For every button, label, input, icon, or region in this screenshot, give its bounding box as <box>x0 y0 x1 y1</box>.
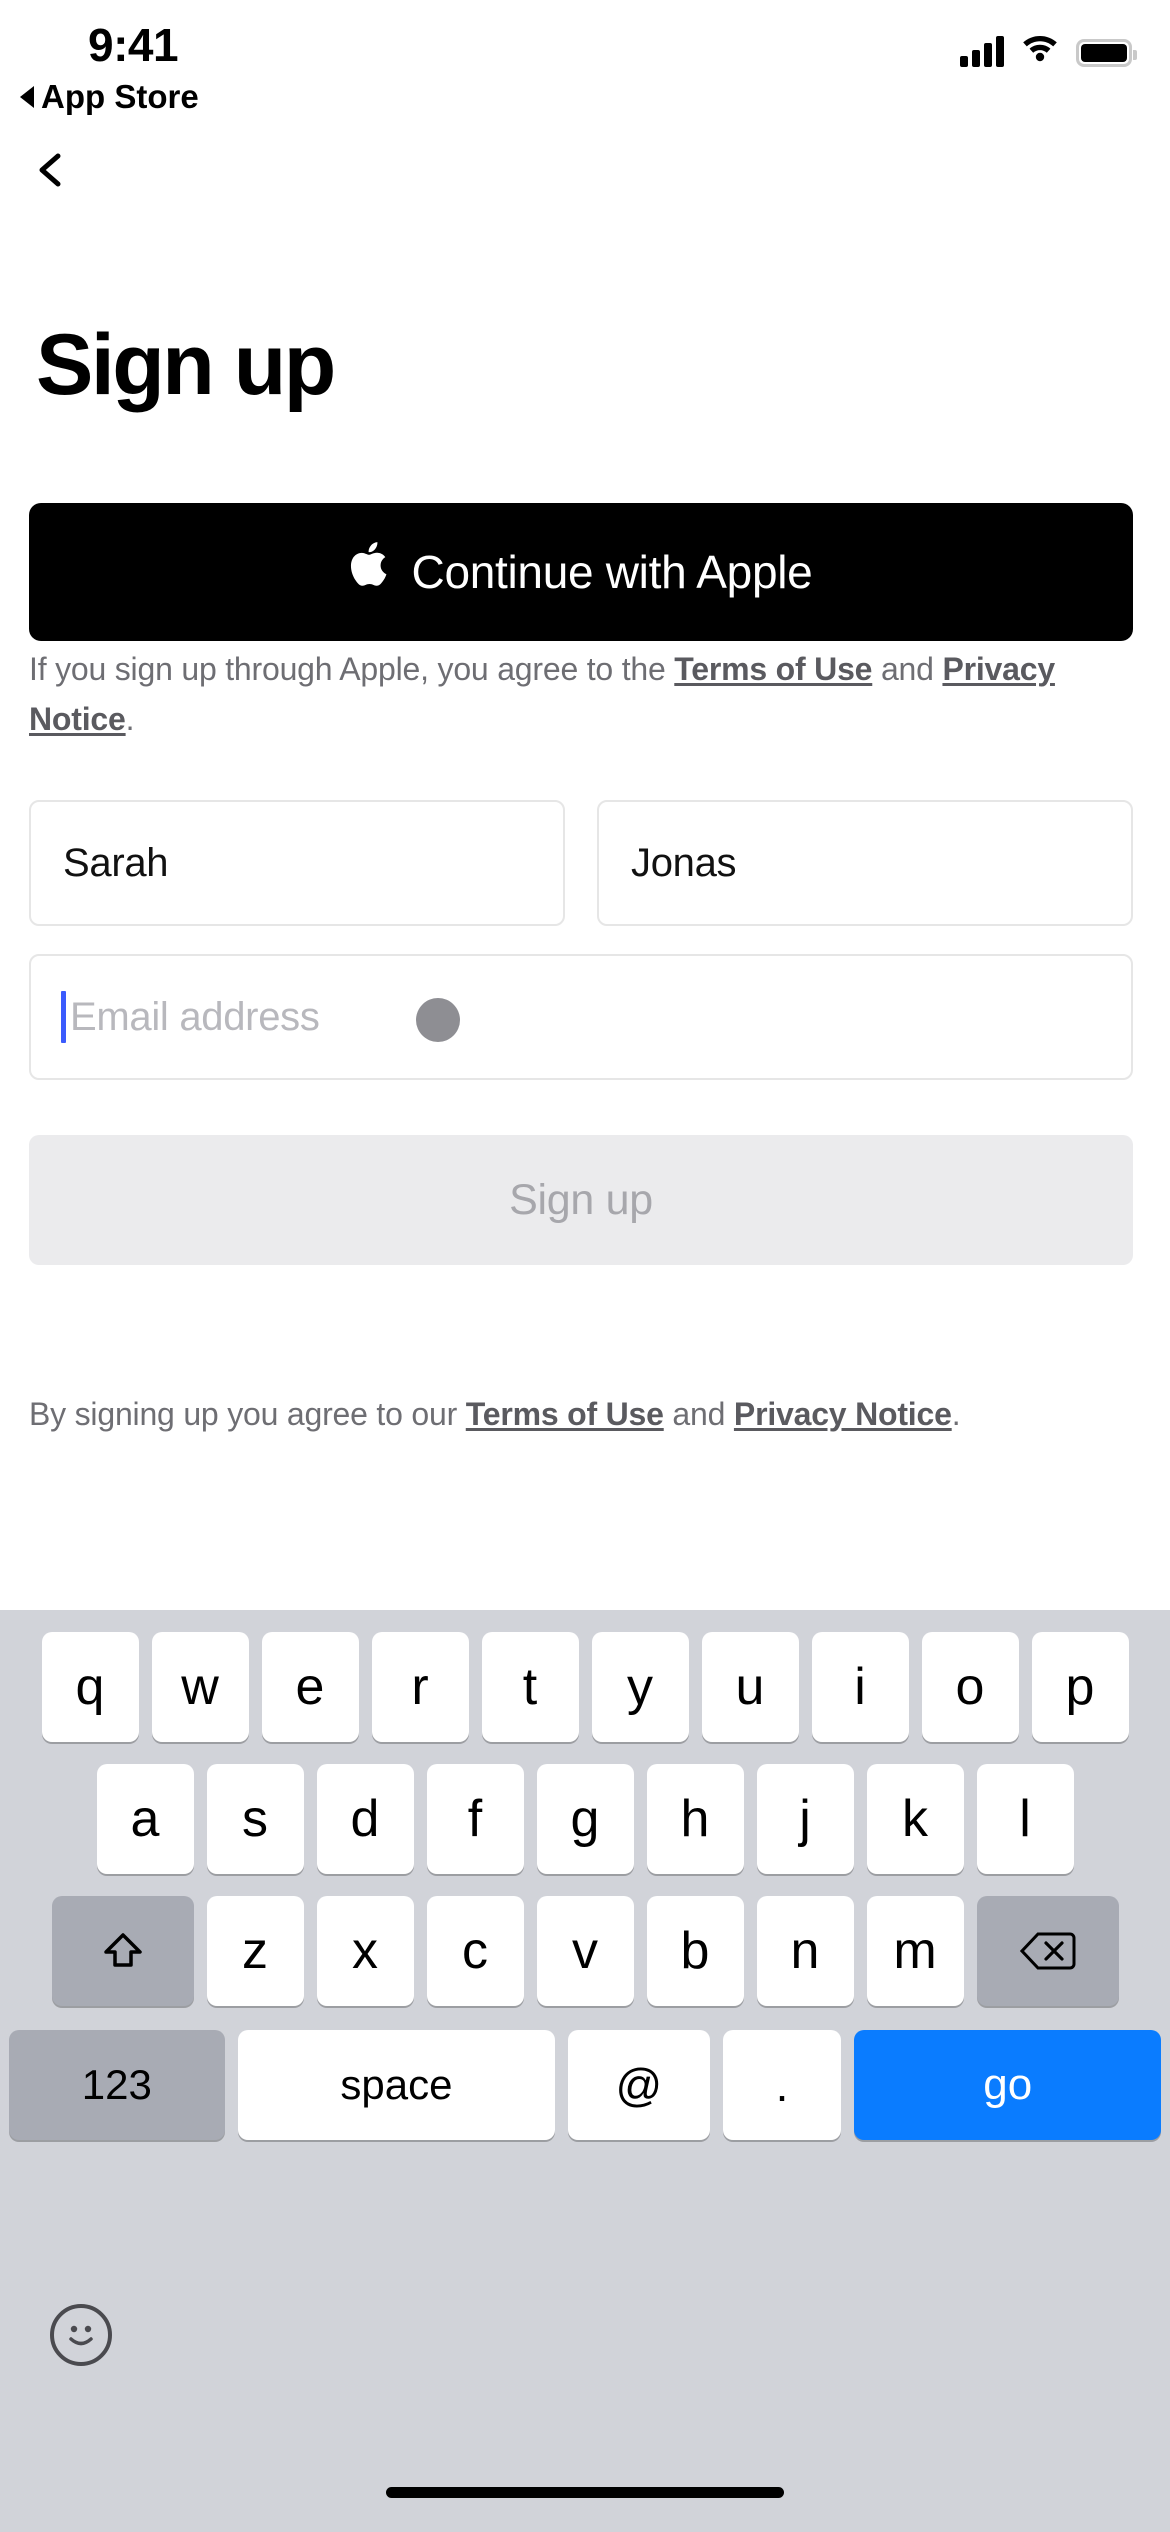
key-x[interactable]: x <box>316 1896 414 2006</box>
on-screen-keyboard: q w e r t y u i o p a s d f g h j k l z … <box>0 1610 1170 2532</box>
key-b[interactable]: b <box>646 1896 744 2006</box>
key-t[interactable]: t <box>481 1632 579 1742</box>
status-bar-indicators <box>960 30 1137 67</box>
key-o[interactable]: o <box>921 1632 1019 1742</box>
apple-legal-middle: and <box>872 651 943 687</box>
email-input[interactable]: Email address <box>29 954 1133 1080</box>
back-button[interactable] <box>22 140 82 200</box>
keyboard-row-1: q w e r t y u i o p <box>0 1610 1170 1742</box>
status-bar-back-to-app[interactable]: App Store <box>20 78 199 116</box>
key-r[interactable]: r <box>371 1632 469 1742</box>
signup-submit-label: Sign up <box>509 1175 653 1224</box>
apple-legal-suffix: . <box>125 700 135 737</box>
agreement-suffix: . <box>951 1396 961 1432</box>
terms-of-use-link[interactable]: Terms of Use <box>466 1396 664 1432</box>
key-q[interactable]: q <box>41 1632 139 1742</box>
key-f[interactable]: f <box>426 1764 524 1874</box>
keyboard-bottom-bar <box>0 2304 1170 2414</box>
touch-point-indicator <box>416 998 460 1042</box>
status-bar: 9:41 App Store <box>0 0 1170 120</box>
apple-legal-prefix: If you sign up through Apple, you agree … <box>29 651 675 687</box>
last-name-value: Jonas <box>631 840 737 885</box>
continue-with-apple-label: Continue with Apple <box>411 546 813 598</box>
shift-arrow-icon <box>103 1933 142 1967</box>
key-j[interactable]: j <box>756 1764 854 1874</box>
last-name-input[interactable]: Jonas <box>597 800 1133 926</box>
key-k[interactable]: k <box>866 1764 964 1874</box>
space-key[interactable]: space <box>237 2030 556 2140</box>
key-g[interactable]: g <box>536 1764 634 1874</box>
battery-icon <box>1076 39 1137 67</box>
key-l[interactable]: l <box>976 1764 1074 1874</box>
keyboard-row-3: z x c v b n m <box>0 1874 1170 2006</box>
key-w[interactable]: w <box>151 1632 249 1742</box>
go-key[interactable]: go <box>854 2030 1162 2140</box>
chevron-left-icon <box>39 153 61 187</box>
emoji-smiley-icon[interactable] <box>50 2304 112 2366</box>
key-n[interactable]: n <box>756 1896 854 2006</box>
shift-key[interactable] <box>51 1896 194 2006</box>
continue-with-apple-button[interactable]: Continue with Apple <box>29 503 1133 641</box>
agreement-prefix: By signing up you agree to our <box>29 1396 466 1432</box>
name-fields-row: Sarah Jonas <box>29 800 1133 926</box>
privacy-notice-link[interactable]: Privacy Notice <box>734 1396 952 1432</box>
key-z[interactable]: z <box>206 1896 304 2006</box>
key-y[interactable]: y <box>591 1632 689 1742</box>
signup-submit-button[interactable]: Sign up <box>29 1135 1133 1265</box>
first-name-value: Sarah <box>63 840 169 885</box>
numbers-key[interactable]: 123 <box>9 2030 225 2140</box>
agreement-middle: and <box>663 1396 734 1432</box>
agreement-text: By signing up you agree to our Terms of … <box>29 1392 1139 1437</box>
navigation-bar <box>0 140 1170 220</box>
status-bar-back-label: App Store <box>41 78 199 115</box>
key-v[interactable]: v <box>536 1896 634 2006</box>
at-sign-key[interactable]: @ <box>568 2030 710 2140</box>
key-u[interactable]: u <box>701 1632 799 1742</box>
key-m[interactable]: m <box>866 1896 964 2006</box>
triangle-left-icon <box>20 86 34 108</box>
text-cursor <box>61 991 66 1043</box>
signup-screen: 9:41 App Store Sign up Continue with App… <box>0 0 1170 2532</box>
apple-legal-text: If you sign up through Apple, you agree … <box>29 645 1139 744</box>
page-title: Sign up <box>36 317 336 413</box>
key-c[interactable]: c <box>426 1896 524 2006</box>
key-h[interactable]: h <box>646 1764 744 1874</box>
cellular-signal-icon <box>960 35 1004 67</box>
keyboard-row-2: a s d f g h j k l <box>0 1742 1170 1874</box>
period-key[interactable]: . <box>722 2030 842 2140</box>
home-indicator <box>386 2487 784 2498</box>
key-p[interactable]: p <box>1031 1632 1129 1742</box>
backspace-delete-icon <box>1019 1932 1075 1970</box>
status-bar-time: 9:41 <box>88 19 179 71</box>
key-e[interactable]: e <box>261 1632 359 1742</box>
key-d[interactable]: d <box>316 1764 414 1874</box>
backspace-key[interactable] <box>976 1896 1119 2006</box>
apple-terms-of-use-link[interactable]: Terms of Use <box>674 651 872 687</box>
apple-logo-icon <box>350 538 394 598</box>
wifi-icon <box>1020 30 1060 67</box>
key-s[interactable]: s <box>206 1764 304 1874</box>
key-a[interactable]: a <box>96 1764 194 1874</box>
keyboard-row-4: 123 space @ . go <box>0 2006 1170 2140</box>
key-i[interactable]: i <box>811 1632 909 1742</box>
first-name-input[interactable]: Sarah <box>29 800 565 926</box>
email-placeholder: Email address <box>70 994 320 1039</box>
